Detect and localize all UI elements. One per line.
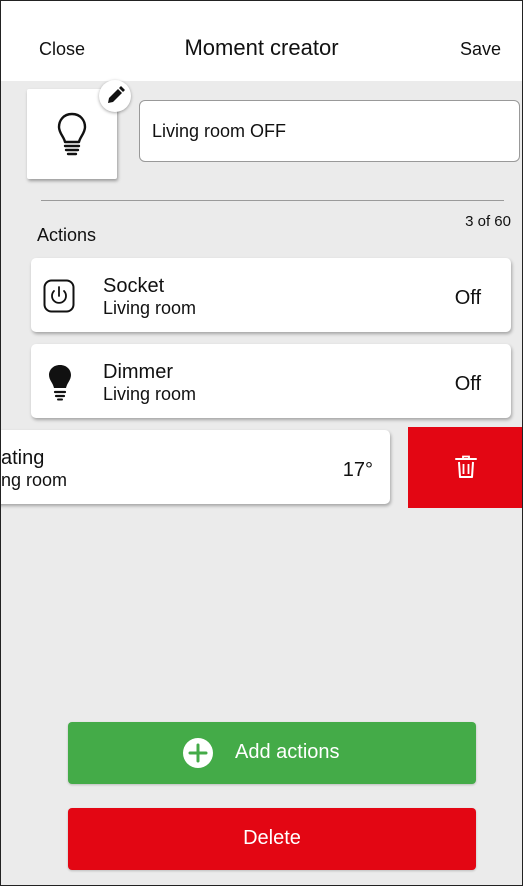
action-card-dimmer[interactable]: Dimmer Living room Off (31, 344, 511, 418)
action-name: ating (1, 447, 45, 469)
save-button[interactable]: Save (460, 39, 501, 60)
action-room: Living room (103, 384, 197, 404)
action-card-heating[interactable]: ating ng room 17° (1, 430, 390, 504)
lightbulb-icon (55, 111, 89, 162)
action-name: Socket (103, 275, 165, 297)
app-screen: Close Moment creator Save Actions 3 of 6… (0, 0, 523, 886)
power-socket-icon (43, 279, 75, 318)
actions-heading: Actions (37, 225, 97, 245)
action-room: Living room (103, 298, 197, 318)
action-value: Off (454, 287, 481, 309)
add-actions-label: Add actions (235, 741, 340, 763)
action-card-socket[interactable]: Socket Living room Off (31, 258, 511, 332)
swipe-delete-button[interactable] (408, 427, 522, 508)
action-room: ng room (1, 470, 68, 490)
action-value: 17° (342, 459, 373, 481)
page-title: Moment creator (184, 35, 339, 60)
delete-moment-button[interactable]: Delete (68, 808, 476, 870)
add-actions-button[interactable]: Add actions (68, 722, 476, 784)
action-name: Dimmer (103, 361, 173, 383)
actions-count: 3 of 60 (465, 213, 511, 230)
edit-icon-button[interactable] (99, 80, 131, 112)
action-value: Off (454, 373, 481, 395)
divider (41, 200, 504, 201)
moment-name-input[interactable] (139, 100, 520, 162)
delete-label: Delete (243, 827, 301, 849)
top-bar: Close Moment creator Save (1, 1, 522, 81)
lightbulb-filled-icon (47, 363, 73, 406)
plus-circle-icon (182, 737, 214, 775)
